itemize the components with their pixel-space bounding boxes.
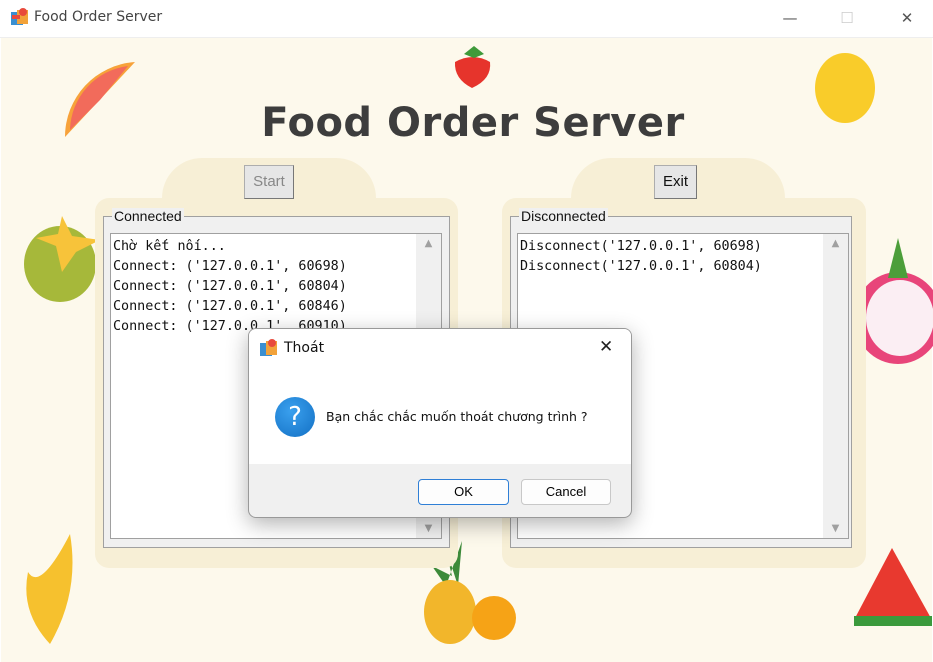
close-button[interactable]: ✕	[892, 6, 922, 30]
page-title: Food Order Server	[261, 100, 685, 146]
log-line: Disconnect('127.0.0.1', 60698)	[520, 239, 762, 254]
scroll-up-icon[interactable]: ▲	[823, 238, 848, 249]
app-icon	[11, 8, 28, 25]
maximize-button[interactable]: ☐	[832, 6, 862, 30]
start-button[interactable]: Start	[244, 165, 294, 199]
title-bar: Food Order Server — ☐ ✕	[0, 0, 933, 38]
banana-icon	[26, 534, 73, 644]
disconnected-scrollbar[interactable]: ▲ ▼	[823, 234, 848, 538]
minimize-button[interactable]: —	[775, 6, 805, 30]
scroll-down-icon[interactable]: ▼	[823, 523, 848, 534]
dialog-title: Thoát	[284, 340, 325, 356]
log-line: Connect: ('127.0.0.1', 60804)	[113, 279, 347, 294]
question-icon: ?	[275, 397, 315, 437]
exit-confirm-dialog: Thoát ✕ ? Bạn chắc chắc muốn thoát chươn…	[248, 328, 632, 518]
app-icon	[260, 339, 277, 356]
cancel-button[interactable]: Cancel	[521, 479, 611, 505]
dialog-close-button[interactable]: ✕	[599, 337, 613, 357]
ok-button[interactable]: OK	[418, 479, 509, 505]
log-line: Chờ kết nối...	[113, 239, 226, 254]
dialog-message: Bạn chắc chắc muốn thoát chương trình ?	[326, 409, 588, 424]
disconnected-label: Disconnected	[519, 208, 608, 224]
scroll-down-icon[interactable]: ▼	[416, 523, 441, 534]
strawberry-icon	[454, 46, 491, 88]
log-line: Connect: ('127.0.0.1', 60846)	[113, 299, 347, 314]
exit-button[interactable]: Exit	[654, 165, 697, 199]
window-title: Food Order Server	[34, 9, 163, 25]
starfruit-icon	[24, 216, 100, 302]
log-line: Connect: ('127.0.0.1', 60698)	[113, 259, 347, 274]
connected-label: Connected	[112, 208, 184, 224]
scroll-up-icon[interactable]: ▲	[416, 238, 441, 249]
log-line: Disconnect('127.0.0.1', 60804)	[520, 259, 762, 274]
